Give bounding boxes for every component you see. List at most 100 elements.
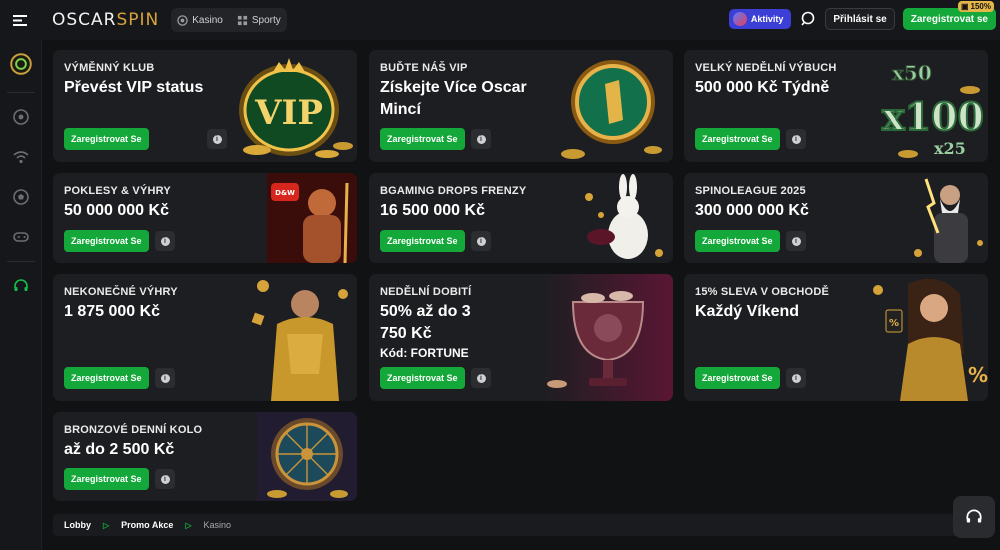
promo-title: Převést VIP status (64, 79, 204, 96)
register-button[interactable]: Zaregistrovat Se (695, 128, 780, 150)
promo-card[interactable]: SPINOLEAGUE 2025 300 000 000 Kč Zaregist… (684, 173, 988, 263)
support-chat-button[interactable] (953, 496, 995, 538)
promo-title: Každý Víkend (695, 303, 800, 320)
bronze-wheel-art (257, 412, 357, 501)
register-button[interactable]: Zaregistrovat Se (380, 128, 465, 150)
sidebar-item-casino[interactable] (0, 97, 42, 137)
register-button[interactable]: Zaregistrovat Se (64, 230, 149, 252)
support-headset-icon (966, 509, 982, 523)
info-button[interactable]: i (155, 231, 175, 251)
logo-accent: SPIN (116, 10, 160, 30)
header-actions: Aktivity Přihlásit se Zaregistrovat se ▣… (728, 1, 996, 30)
bonus-badge-text: 150% (970, 2, 991, 11)
promo-label: BGAMING DROPS FRENZY (380, 185, 527, 197)
promo-code: Kód: FORTUNE (380, 346, 469, 360)
sidebar-item-support[interactable] (0, 266, 42, 306)
register-button[interactable]: Zaregistrovat Se (64, 128, 149, 150)
promo-card[interactable]: BUĎTE NÁŠ VIP Získejte Více Oscar Mincí … (369, 50, 673, 162)
promo-card[interactable]: NEKONEČNÉ VÝHRY 1 875 000 Kč Zaregistrov… (53, 274, 357, 401)
breadcrumb-lobby[interactable]: Lobby (64, 520, 91, 530)
drops-wins-warrior-art: D&W (267, 173, 357, 263)
promo-card[interactable]: BGAMING DROPS FRENZY 16 500 000 Kč Zareg… (369, 173, 673, 263)
gold-astronaut-art (251, 280, 348, 401)
promo-card[interactable]: NEDĚLNÍ DOBITÍ 50% až do 3 750 Kč Kód: FO… (369, 274, 673, 401)
register-button[interactable]: Zaregistrovat Se (380, 230, 465, 252)
zeus-lightning-art (914, 178, 983, 263)
sidebar-item-vip[interactable] (0, 40, 42, 88)
promo-title: 50 000 000 Kč (64, 202, 169, 219)
promo-title-text: 50% až do 3 750 Kč (380, 303, 471, 342)
register-button[interactable]: Zaregistrovat Se (380, 367, 465, 389)
sidebar (0, 40, 42, 550)
promo-card[interactable]: VELKÝ NEDĚLNÍ VÝBUCH 500 000 Kč Týdně Za… (684, 50, 988, 162)
breadcrumb-promo[interactable]: Promo Akce (121, 520, 173, 530)
white-rabbit-art (585, 174, 663, 259)
sidebar-item-games[interactable] (0, 217, 42, 257)
gift-icon: ▣ (960, 2, 969, 11)
chevron-right-icon: ▷ (185, 520, 192, 530)
sidebar-item-live[interactable] (0, 137, 42, 177)
menu-toggle-button[interactable] (0, 0, 40, 40)
info-button[interactable]: i (786, 231, 806, 251)
promo-label: VELKÝ NEDĚLNÍ VÝBUCH (695, 62, 837, 74)
bonus-badge: ▣ 150% (957, 1, 994, 12)
promo-title: 500 000 Kč Týdně (695, 79, 830, 96)
promo-title: 16 500 000 Kč (380, 202, 485, 219)
info-button[interactable]: i (155, 368, 175, 388)
register-button[interactable]: Zaregistrovat Se (64, 468, 149, 490)
register-button[interactable]: Zaregistrovat Se (64, 367, 149, 389)
vip-coin-icon (9, 53, 32, 75)
register-button[interactable]: Zaregistrovat se ▣ 150% (902, 1, 996, 30)
svg-text:D&W: D&W (275, 189, 295, 197)
sidebar-divider (6, 261, 35, 262)
promo-card[interactable]: VÝMĚNNÝ KLUB Převést VIP status Zaregist… (53, 50, 357, 162)
svg-text:x100: x100 (882, 94, 984, 139)
info-icon: i (476, 373, 486, 383)
tab-casino-label: Kasino (192, 14, 223, 26)
info-icon: i (791, 373, 801, 383)
sidebar-item-sports[interactable] (0, 177, 42, 217)
logo[interactable]: OSCARSPIN (52, 10, 159, 30)
promo-card[interactable]: BRONZOVÉ DENNÍ KOLO až do 2 500 Kč Zareg… (53, 412, 357, 501)
promo-card[interactable]: POKLESY & VÝHRY 50 000 000 Kč Zaregistro… (53, 173, 357, 263)
promo-label: 15% SLEVA V OBCHODĚ (695, 286, 829, 298)
promo-label: VÝMĚNNÝ KLUB (64, 62, 155, 74)
woman-gold-dress-art: % % (873, 278, 988, 401)
promo-card[interactable]: 15% SLEVA V OBCHODĚ Každý Víkend Zaregis… (684, 274, 988, 401)
info-button[interactable]: i (471, 129, 491, 149)
activity-button[interactable]: Aktivity (728, 9, 792, 29)
trophy-cup-art (543, 274, 673, 401)
register-button[interactable]: Zaregistrovat Se (695, 230, 780, 252)
info-icon: i (160, 474, 170, 484)
sidebar-divider (6, 92, 35, 93)
promo-title: 50% až do 3 750 Kč Kód: FORTUNE (380, 301, 490, 361)
login-button[interactable]: Přihlásit se (825, 8, 895, 30)
nav-tabs: Kasino Sporty (171, 8, 287, 32)
top-bar: OSCARSPIN Kasino Sporty Aktivity Přihlás… (0, 0, 1000, 40)
register-label: Zaregistrovat se (910, 13, 988, 25)
support-headset-icon (13, 279, 28, 291)
info-button[interactable]: i (786, 129, 806, 149)
activity-label: Aktivity (750, 14, 784, 24)
svg-text:%: % (968, 363, 988, 387)
info-button[interactable]: i (155, 469, 175, 489)
promo-label: POKLESY & VÝHRY (64, 185, 171, 197)
gamepad-icon (12, 232, 29, 242)
tab-sports[interactable]: Sporty (237, 15, 281, 26)
tab-sports-label: Sporty (251, 14, 281, 26)
tab-casino[interactable]: Kasino (177, 15, 223, 26)
info-icon: i (476, 236, 486, 246)
svg-text:VIP: VIP (254, 93, 323, 133)
promo-label: NEKONEČNÉ VÝHRY (64, 286, 178, 298)
promo-label: BUĎTE NÁŠ VIP (380, 62, 468, 74)
info-icon: i (160, 236, 170, 246)
info-button[interactable]: i (786, 368, 806, 388)
register-button[interactable]: Zaregistrovat Se (695, 367, 780, 389)
breadcrumb-casino[interactable]: Kasino (204, 520, 232, 530)
search-icon[interactable] (799, 10, 817, 28)
svg-text:%: % (889, 318, 899, 329)
info-button[interactable]: i (471, 368, 491, 388)
info-button[interactable]: i (471, 231, 491, 251)
casino-chip-icon (177, 14, 188, 26)
svg-text:x50: x50 (892, 61, 932, 85)
